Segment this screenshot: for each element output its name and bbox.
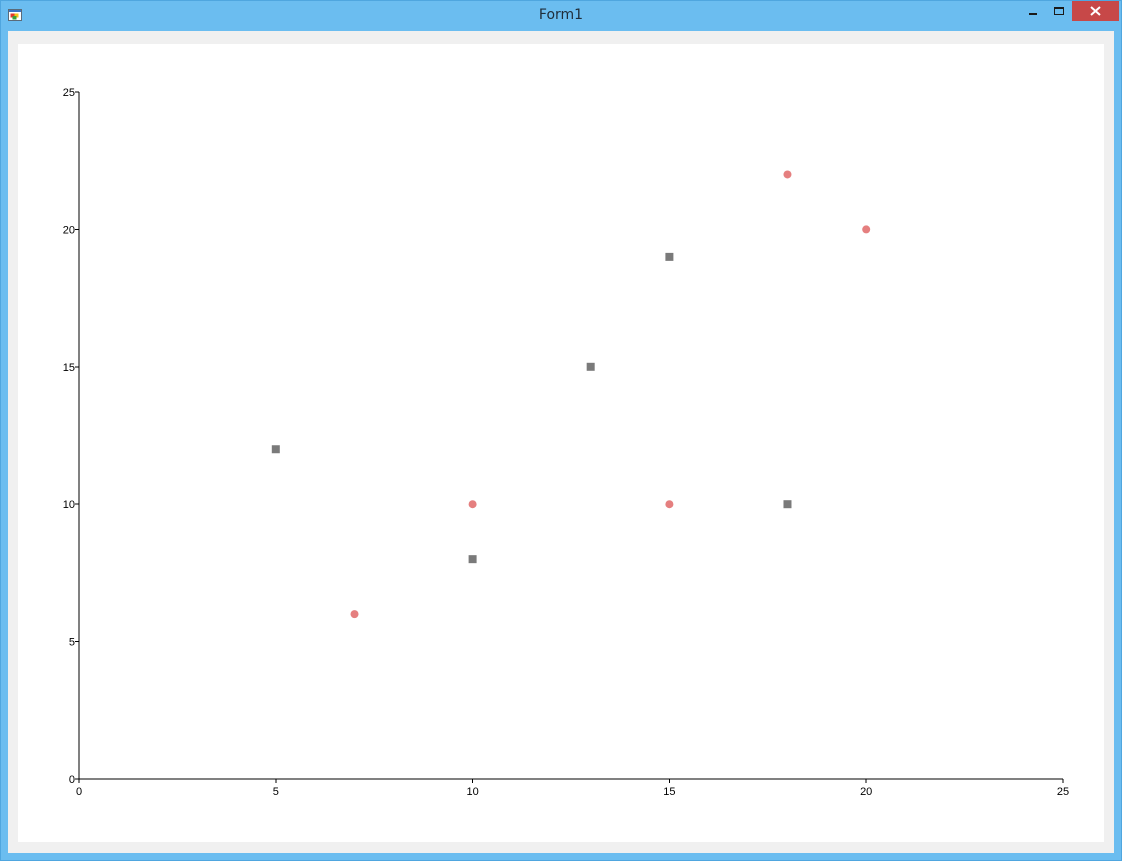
maximize-icon xyxy=(1054,7,1064,15)
form-client-area: 0 5 10 15 20 25 0 5 10 15 20 25 xyxy=(8,31,1114,853)
scatter-point-square xyxy=(586,362,595,371)
y-tick-label: 0 xyxy=(69,774,75,786)
scatter-point-circle xyxy=(350,610,359,619)
scatter-point-circle xyxy=(468,500,477,509)
minimize-button[interactable] xyxy=(1020,1,1046,21)
x-tick-label: 25 xyxy=(1057,786,1069,798)
scatter-point-circle xyxy=(862,225,871,234)
scatter-chart: 0 5 10 15 20 25 0 5 10 15 20 25 xyxy=(63,87,1069,798)
x-tick-label: 10 xyxy=(466,786,478,798)
chart-area: 0 5 10 15 20 25 0 5 10 15 20 25 xyxy=(18,44,1104,842)
scatter-point-square xyxy=(468,555,477,564)
scatter-point-square xyxy=(271,445,280,454)
x-tick-label: 15 xyxy=(663,786,675,798)
x-tick-label: 20 xyxy=(860,786,872,798)
minimize-icon xyxy=(1029,13,1037,15)
scatter-point-circle xyxy=(783,170,792,179)
x-tick-label: 5 xyxy=(273,786,279,798)
y-tick-label: 20 xyxy=(63,224,75,236)
close-button[interactable] xyxy=(1072,1,1119,21)
window-title: Form1 xyxy=(538,7,584,23)
title-bar[interactable]: Form1 xyxy=(1,1,1121,31)
close-icon xyxy=(1090,6,1101,16)
scatter-point-square xyxy=(783,500,792,509)
x-tick-label: 0 xyxy=(76,786,82,798)
y-tick-label: 15 xyxy=(63,362,75,374)
main-window: Form1 0 5 10 15 20 25 0 5 10 15 20 25 xyxy=(0,0,1122,861)
scatter-point-square xyxy=(665,252,674,261)
y-tick-label: 25 xyxy=(63,87,75,99)
y-tick-label: 10 xyxy=(63,499,75,511)
scatter-point-circle xyxy=(665,500,674,509)
y-tick-label: 5 xyxy=(69,637,75,649)
maximize-button[interactable] xyxy=(1046,1,1072,21)
